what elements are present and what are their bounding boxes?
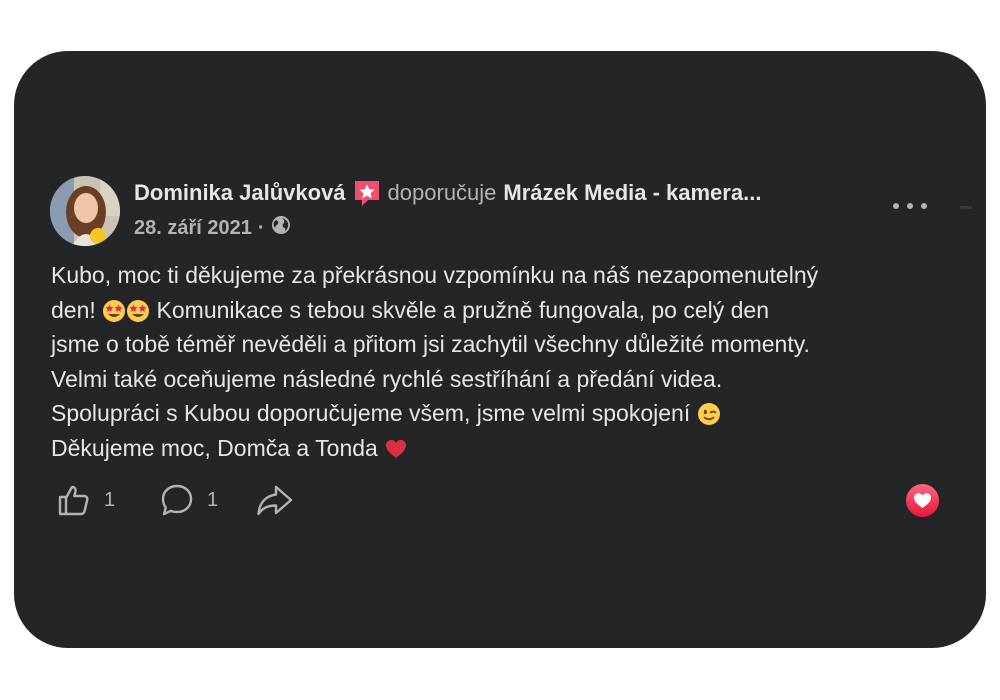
comment-button[interactable]: 1 — [159, 480, 218, 520]
post-text-line: Spolupráci s Kubou doporučujeme všem, js… — [51, 396, 951, 431]
winking-face-emoji — [697, 403, 720, 425]
more-options-button[interactable] — [893, 194, 927, 218]
recommends-label: doporučuje — [387, 180, 497, 205]
comment-bubble-icon — [159, 482, 195, 518]
post-text-line: den! Komunikace s tebou skvěle a pružně … — [51, 293, 951, 328]
post-text-line: Kubo, moc ti děkujeme za překrásnou vzpo… — [51, 262, 819, 288]
corner-mark — [960, 206, 972, 209]
recommendation-star-icon — [352, 178, 382, 208]
post-header: Dominika Jalůvková doporučuje Mrázek Med… — [134, 178, 761, 208]
comment-count: 1 — [207, 488, 219, 511]
globe-icon — [271, 215, 291, 241]
page-name-link[interactable]: Mrázek Media - kamera... — [503, 180, 761, 206]
post-text-line: Velmi také oceňujeme následné rychlé ses… — [51, 365, 723, 392]
red-heart-emoji — [386, 439, 407, 458]
post-body: Kubo, moc ti děkujeme za překrásnou vzpo… — [51, 258, 951, 465]
love-reaction-icon[interactable] — [906, 484, 939, 517]
post-text-line: Děkujeme moc, Domča a Tonda — [51, 431, 951, 466]
avatar[interactable] — [50, 176, 120, 246]
avatar-image — [50, 176, 120, 246]
meta-separator: · — [257, 216, 265, 239]
post-meta: 28. září 2021 · — [134, 214, 291, 242]
dot-icon — [893, 203, 899, 209]
share-arrow-icon — [255, 482, 295, 518]
post-date[interactable]: 28. září 2021 — [134, 217, 252, 240]
heart-icon — [914, 493, 931, 509]
star-struck-emoji — [103, 299, 126, 322]
post-text-fragment: Spolupráci s Kubou doporučujeme všem, js… — [51, 400, 691, 426]
dot-icon — [921, 203, 927, 209]
share-button[interactable] — [255, 480, 295, 520]
thumbs-up-icon — [56, 482, 92, 518]
post-text-fragment: Komunikace s tebou skvěle a pružně fungo… — [156, 296, 769, 323]
like-button[interactable]: 1 — [56, 480, 115, 520]
author-name[interactable]: Dominika Jalůvková — [134, 180, 346, 206]
post-text-line: jsme o tobě téměř nevěděli a přitom jsi … — [51, 331, 810, 357]
post-text-fragment: Děkujeme moc, Domča a Tonda — [51, 434, 378, 461]
like-count: 1 — [104, 488, 116, 511]
star-struck-emoji — [127, 299, 150, 322]
dot-icon — [907, 203, 913, 209]
post-text-fragment: den! — [51, 296, 96, 323]
